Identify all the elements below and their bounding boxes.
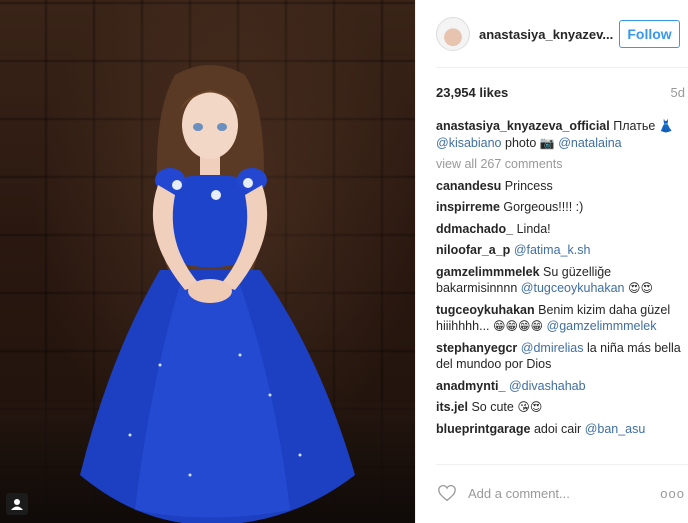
add-comment-input[interactable]: Add a comment... — [468, 486, 570, 501]
post-age[interactable]: 5d — [671, 85, 685, 101]
comment-item: gamzelimmmelek Su güzelliğe bakarmisinnn… — [436, 264, 684, 297]
view-all-comments-link[interactable]: view all 267 comments — [436, 156, 684, 173]
comment-mention[interactable]: @tugceoykuhakan — [521, 281, 625, 295]
caption-username[interactable]: anastasiya_knyazeva_official — [436, 119, 610, 133]
post-side-panel: anastasiya_knyazev... Follow 23,954 like… — [415, 0, 688, 523]
comment-footer: Add a comment... ooo — [436, 478, 685, 508]
camera-icon — [6, 493, 28, 515]
likes-count[interactable]: 23,954 likes — [436, 85, 508, 101]
heart-icon[interactable] — [436, 482, 458, 504]
comment-mention[interactable]: @fatima_k.sh — [514, 243, 591, 257]
author-username[interactable]: anastasiya_knyazev... — [479, 27, 619, 42]
comment-mention[interactable]: @ban_asu — [585, 422, 646, 436]
comment-username[interactable]: blueprintgarage — [436, 422, 530, 436]
comment-username[interactable]: its.jel — [436, 400, 468, 414]
comment-username[interactable]: gamzelimmmelek — [436, 265, 540, 279]
caption-mention[interactable]: @natalaina — [558, 136, 621, 150]
caption-mention[interactable]: @kisabiano — [436, 136, 502, 150]
camera-emoji: 📷 — [539, 135, 555, 150]
comments-list[interactable]: anastasiya_knyazeva_official Платье 👗 @k… — [436, 118, 684, 464]
comment-username[interactable]: ddmachado_ — [436, 222, 513, 236]
comment-text: adoi cair — [533, 421, 582, 436]
girl-in-blue-gown-illustration — [80, 65, 355, 523]
comment-username[interactable]: niloofar_a_p — [436, 243, 510, 257]
comment-username[interactable]: inspirreme — [436, 200, 500, 214]
more-options-icon[interactable]: ooo — [660, 486, 685, 501]
comment-item: tugceoykuhakan Benim kizim daha güzel hi… — [436, 302, 684, 335]
post-stats: 23,954 likes 5d — [436, 85, 685, 101]
footer-divider — [436, 464, 688, 465]
comment-item: ddmachado_ Linda! — [436, 221, 684, 238]
caption: anastasiya_knyazeva_official Платье 👗 @k… — [436, 118, 684, 151]
kiss-emoji: 😘😍 — [517, 400, 543, 414]
comment-username[interactable]: anadmynti_ — [436, 379, 505, 393]
comment-text: So cute — [471, 400, 514, 414]
comment-mention[interactable]: @gamzelimmmelek — [547, 319, 657, 333]
caption-text: Платье — [613, 119, 656, 133]
post-header: anastasiya_knyazev... Follow — [436, 14, 680, 54]
comment-item: anadmynti_ @divashahab — [436, 378, 684, 395]
comment-text: Princess — [504, 178, 553, 193]
comment-text: Gorgeous!!!! :) — [503, 200, 584, 214]
comment-item: canandesu Princess — [436, 178, 684, 195]
comment-item: stephanyegcr @dmirelias la niña más bell… — [436, 340, 684, 373]
comment-mention[interactable]: @dmirelias — [521, 341, 584, 355]
comment-item: blueprintgarage adoi cair @ban_asu — [436, 421, 684, 438]
comment-username[interactable]: tugceoykuhakan — [436, 303, 535, 317]
comment-mention[interactable]: @divashahab — [509, 379, 586, 393]
heart-eyes-emoji: 😍😍 — [628, 281, 654, 295]
follow-button[interactable]: Follow — [619, 20, 680, 48]
comment-username[interactable]: canandesu — [436, 179, 501, 193]
comment-item: niloofar_a_p @fatima_k.sh — [436, 242, 684, 259]
post-photo[interactable] — [0, 0, 415, 523]
caption-photo-word: photo — [505, 135, 537, 150]
grin-emoji: 😁😁😁😁 — [493, 319, 544, 333]
header-divider — [436, 67, 688, 68]
dress-emoji: 👗 — [658, 119, 674, 133]
comment-item: its.jel So cute 😘😍 — [436, 399, 684, 416]
comment-item: inspirreme Gorgeous!!!! :) — [436, 199, 684, 216]
avatar[interactable] — [436, 17, 470, 51]
comment-username[interactable]: stephanyegcr — [436, 341, 517, 355]
comment-text: Linda! — [516, 221, 551, 236]
